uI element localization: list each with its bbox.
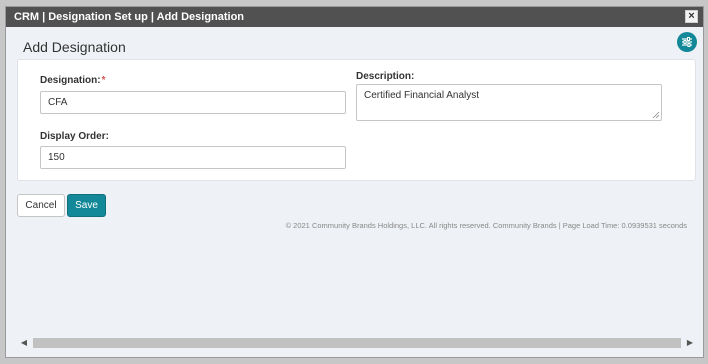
description-value: Certified Financial Analyst xyxy=(364,90,480,101)
footer-copyright: © 2021 Community Brands Holdings, LLC. A… xyxy=(285,221,687,230)
description-label: Description: xyxy=(356,71,415,82)
page-title: Add Designation xyxy=(23,39,126,55)
scrollbar-thumb[interactable] xyxy=(33,338,681,348)
scroll-left-icon[interactable]: ◀ xyxy=(18,337,30,349)
display-order-label: Display Order: xyxy=(40,131,109,142)
sliders-icon xyxy=(682,37,692,47)
display-order-input[interactable] xyxy=(40,146,346,169)
resize-grip-icon[interactable] xyxy=(652,111,660,119)
window-title: CRM | Designation Set up | Add Designati… xyxy=(14,11,245,23)
cancel-button[interactable]: Cancel xyxy=(17,194,65,217)
settings-button[interactable] xyxy=(677,32,697,52)
designation-label: Designation:* xyxy=(40,75,105,86)
required-marker: * xyxy=(101,75,106,86)
save-button[interactable]: Save xyxy=(67,194,106,217)
horizontal-scrollbar[interactable]: ◀ ▶ xyxy=(18,337,696,349)
designation-form: Designation:* Description: Certified Fin… xyxy=(17,59,696,181)
designation-input[interactable] xyxy=(40,91,346,114)
close-icon[interactable]: × xyxy=(685,10,698,23)
designation-label-text: Designation: xyxy=(40,75,101,86)
description-textarea[interactable]: Certified Financial Analyst xyxy=(356,84,662,121)
window-titlebar: CRM | Designation Set up | Add Designati… xyxy=(6,7,703,27)
scroll-right-icon[interactable]: ▶ xyxy=(684,337,696,349)
dialog-window: CRM | Designation Set up | Add Designati… xyxy=(5,6,704,358)
